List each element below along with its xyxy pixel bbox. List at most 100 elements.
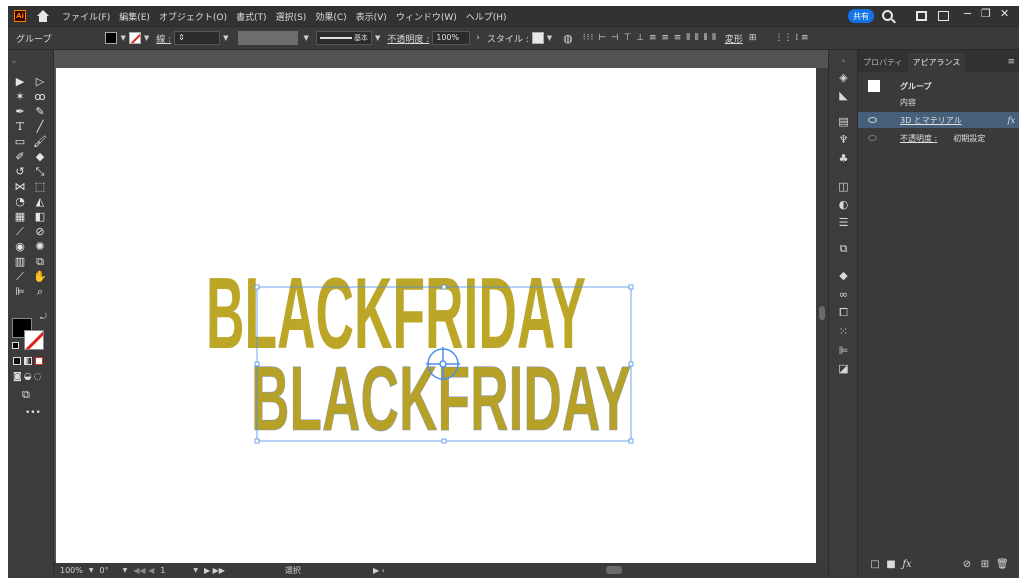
menu-effect[interactable]: 効果(C) <box>315 10 346 23</box>
status-arrow-icon[interactable]: ▶ ‹ <box>373 566 385 575</box>
more-options-icon[interactable]: ⋮⋮ ⁞ ≡ <box>774 33 808 43</box>
hand-tool-icon[interactable]: ✋ <box>32 269 48 283</box>
duplicate-item-icon[interactable]: ⊞ <box>980 560 990 570</box>
tab-properties[interactable]: プロパティ <box>858 53 908 72</box>
appearance-icon[interactable]: ◈ <box>837 72 850 83</box>
panel-menu-icon[interactable]: ≡ <box>1007 57 1015 67</box>
curvature-tool-icon[interactable]: ✎ <box>32 104 48 118</box>
stroke-box[interactable] <box>24 330 44 350</box>
type-tool-icon[interactable]: T <box>12 119 28 133</box>
links-icon[interactable]: ∞ <box>837 289 850 300</box>
minimize-icon[interactable]: − <box>963 7 972 20</box>
color-mode-icon[interactable] <box>13 357 21 365</box>
menu-file[interactable]: ファイル(F) <box>62 10 110 23</box>
transform-label[interactable]: 変形 <box>725 32 743 45</box>
clear-appearance-icon[interactable]: ⊘ <box>962 560 972 570</box>
puppet-warp-icon[interactable]: ⊫ <box>12 284 28 298</box>
home-icon[interactable] <box>36 10 50 22</box>
stroke-weight-field[interactable]: ⇕ <box>174 31 221 45</box>
artboard-nav-prev-icon[interactable]: ◀◀ ◀ <box>133 566 154 575</box>
eye-icon[interactable] <box>868 135 877 141</box>
vertical-scrollbar[interactable] <box>816 68 828 563</box>
add-fill-icon[interactable]: ■ <box>886 560 896 570</box>
rectangle-tool-icon[interactable]: ▭ <box>12 134 28 148</box>
gradient-mode-icon[interactable] <box>24 357 32 365</box>
artboard-nav-next-icon[interactable]: ▶ ▶▶ <box>204 566 225 575</box>
export-icon[interactable]: ⧉ <box>837 243 850 254</box>
artboard-tool-icon[interactable]: ⧉ <box>32 254 48 268</box>
hscroll-thumb[interactable] <box>606 566 622 574</box>
paintbrush-icon[interactable]: 🖌 <box>32 134 48 148</box>
rotation-value[interactable]: 0° <box>100 566 109 575</box>
variable-width-profile[interactable] <box>237 31 298 45</box>
collapse-icon[interactable]: » <box>12 58 16 66</box>
scale-tool-icon[interactable]: ⤡ <box>32 164 48 178</box>
draw-mode-icons[interactable]: ◙◒◌ <box>13 372 43 382</box>
zoom-value[interactable]: 100% <box>60 566 83 575</box>
graphic-style-swatch[interactable] <box>531 32 544 44</box>
collapse-icon[interactable]: « <box>837 56 850 67</box>
pen-tool-icon[interactable]: ✒ <box>12 104 28 118</box>
edit-toolbar-icon[interactable]: ••• <box>25 408 41 418</box>
align-panel-icon[interactable]: ⊫ <box>837 345 850 356</box>
symbols-icon[interactable]: ♣ <box>837 153 850 164</box>
menu-select[interactable]: 選択(S) <box>276 10 307 23</box>
transparency-icon[interactable]: ◐ <box>837 199 850 210</box>
none-mode-icon[interactable] <box>35 357 43 365</box>
status-mode[interactable]: 選択 <box>285 565 301 576</box>
appearance-effect-row[interactable]: 3D とマテリアル fx <box>858 112 1019 128</box>
chevron-down-icon[interactable]: ▼ <box>193 567 198 574</box>
gradient-panel-icon[interactable]: ☰ <box>837 217 850 228</box>
scroll-thumb[interactable] <box>819 306 825 320</box>
chevron-down-icon[interactable]: ▼ <box>375 34 380 42</box>
stroke-label[interactable]: 線 : <box>156 32 171 45</box>
isolate-icon[interactable]: ⊞ <box>749 33 757 43</box>
menu-view[interactable]: 表示(V) <box>356 10 387 23</box>
align-controls-icon[interactable]: ⁝⁝⁝ ⊢ ⊣ ⊤ ⊥ ≡ ≡ ≡ ⫴ ⫴ ⫴ ⫴ <box>583 33 717 43</box>
brushes-icon[interactable]: ♆ <box>837 134 850 145</box>
width-tool-icon[interactable]: ⋈ <box>12 179 28 193</box>
eye-icon[interactable] <box>868 117 877 123</box>
menu-object[interactable]: オブジェクト(O) <box>159 10 227 23</box>
chevron-down-icon[interactable]: ▼ <box>547 34 552 42</box>
magic-wand-icon[interactable]: ✶ <box>12 89 28 103</box>
chevron-down-icon[interactable]: ▼ <box>223 34 228 42</box>
shaper-tool-icon[interactable]: ✐ <box>12 149 28 163</box>
chevron-down-icon[interactable]: ▼ <box>123 567 128 574</box>
measure-tool-icon[interactable]: ⊘ <box>32 224 48 238</box>
opacity-field[interactable]: 100% <box>432 31 471 45</box>
share-button[interactable]: 共有 <box>848 9 874 23</box>
arrange-documents-icon[interactable] <box>916 11 927 21</box>
live-paint-icon[interactable]: ◭ <box>32 194 48 208</box>
appearance-opacity-row[interactable]: 不透明度 : 初期設定 <box>858 130 1019 146</box>
menu-help[interactable]: ヘルプ(H) <box>466 10 507 23</box>
screen-mode-icon[interactable]: ⧉ <box>22 388 30 402</box>
fill-swatch[interactable] <box>105 32 118 44</box>
fx-icon[interactable]: fx <box>1008 116 1015 125</box>
eraser-icon[interactable]: ◆ <box>32 149 48 163</box>
artboards-icon[interactable]: ⧠ <box>837 307 850 318</box>
perspective-grid-icon[interactable]: ▦ <box>12 209 28 223</box>
restore-icon[interactable]: ❐ <box>981 7 991 20</box>
add-stroke-icon[interactable]: □ <box>870 560 880 570</box>
opacity-label[interactable]: 不透明度 : <box>387 32 429 45</box>
free-transform-icon[interactable]: ⬚ <box>32 179 48 193</box>
line-tool-icon[interactable]: ╱ <box>32 119 48 133</box>
chevron-down-icon[interactable]: ▼ <box>89 567 94 574</box>
blend-tool-icon[interactable]: ◉ <box>12 239 28 253</box>
add-effect-icon[interactable]: ƒx <box>902 560 912 570</box>
rotate-tool-icon[interactable]: ↺ <box>12 164 28 178</box>
menu-window[interactable]: ウィンドウ(W) <box>396 10 457 23</box>
trash-icon[interactable]: 🗑 <box>996 560 1009 570</box>
swap-fill-stroke-icon[interactable]: ⤾ <box>40 312 47 322</box>
artboard-number[interactable]: 1 <box>160 566 165 575</box>
stroke-panel-icon[interactable]: ◫ <box>837 181 850 192</box>
default-colors-icon[interactable] <box>12 342 19 349</box>
zoom-tool-icon[interactable]: ⌕ <box>32 284 48 298</box>
effect-3d-link[interactable]: 3D とマテリアル <box>900 115 962 126</box>
tab-appearance[interactable]: アピアランス <box>907 53 966 72</box>
stroke-swatch[interactable] <box>128 32 141 44</box>
menu-edit[interactable]: 編集(E) <box>119 10 150 23</box>
transform-panel-icon[interactable]: ⁙ <box>837 326 850 337</box>
shape-builder-icon[interactable]: ◔ <box>12 194 28 208</box>
